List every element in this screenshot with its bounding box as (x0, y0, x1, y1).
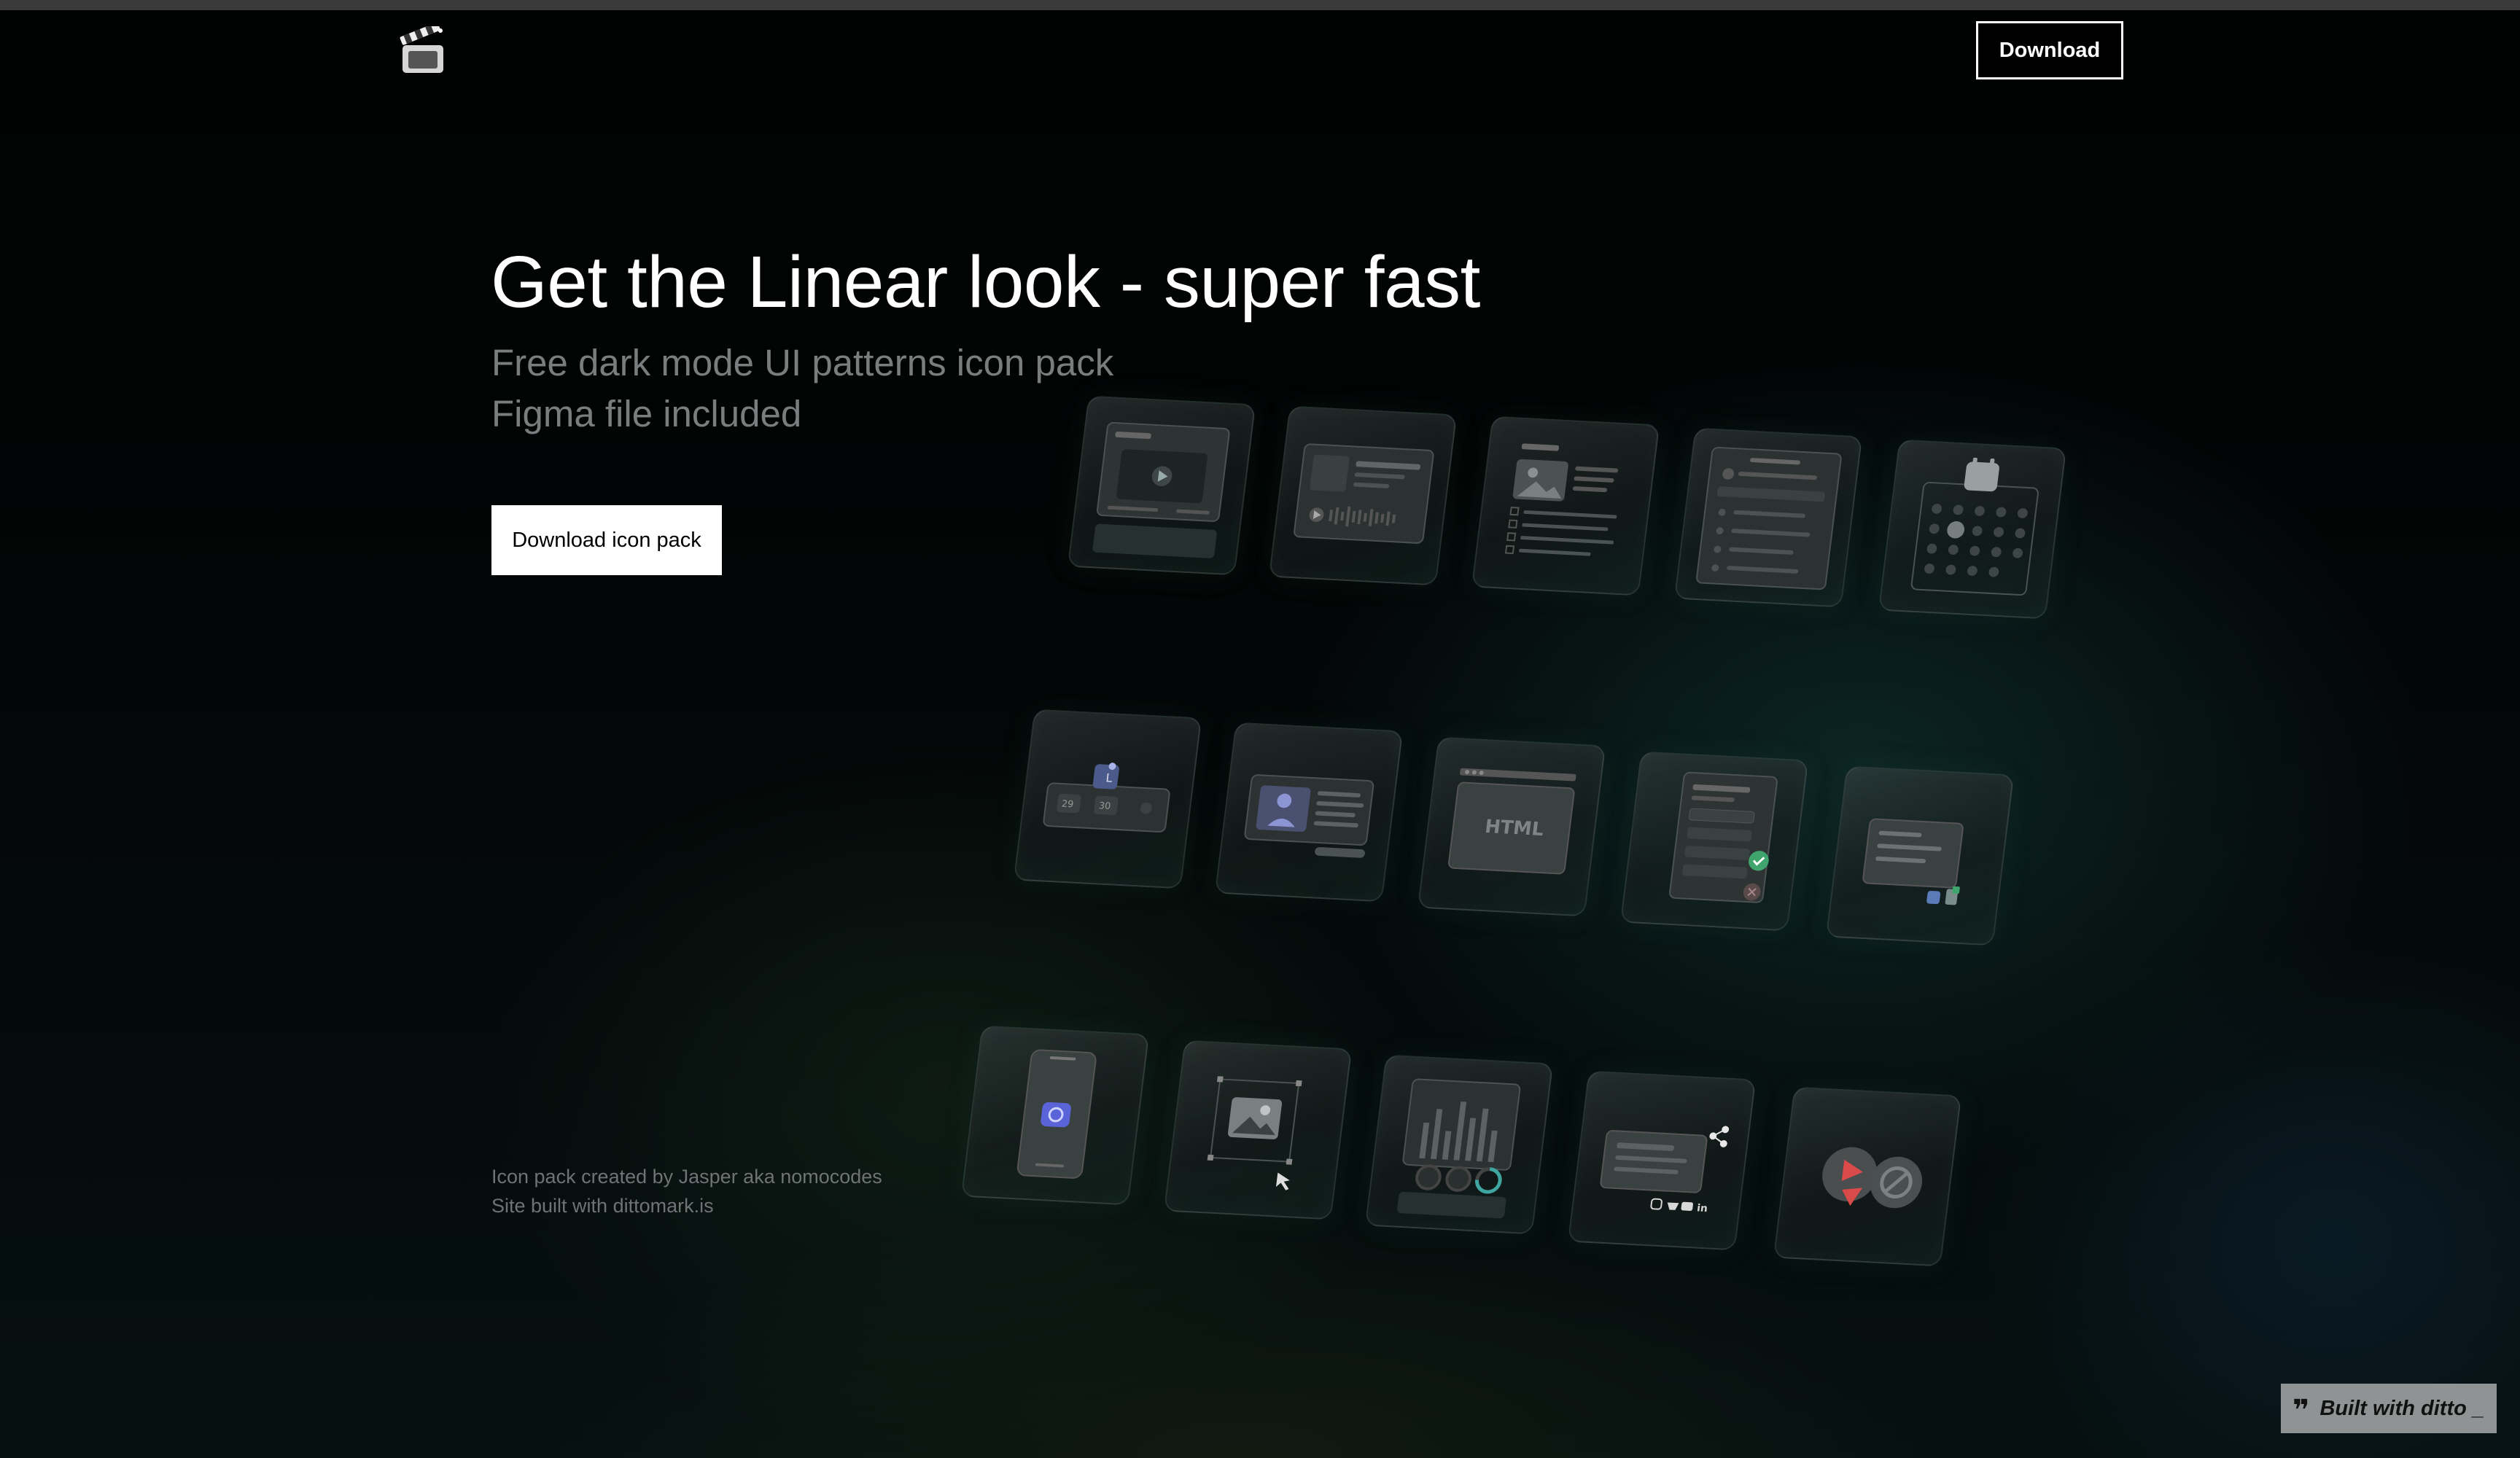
record-block-card-icon (1773, 1086, 1962, 1267)
code-snippet-card-icon (1825, 765, 2015, 946)
comments-thread-card-icon (1673, 427, 1863, 608)
linkedin-text: in (1696, 1202, 1708, 1215)
credits-line-site: Site built with dittomark.is (491, 1195, 714, 1217)
image-article-card-icon (1471, 416, 1660, 596)
download-icon-pack-button[interactable]: Download icon pack (491, 505, 722, 575)
date-month-number: 30 (1098, 800, 1111, 812)
audio-post-card-icon (1268, 405, 1458, 586)
badge-label: Built with ditto _ (2319, 1396, 2484, 1420)
nav-download-button[interactable]: Download (1976, 21, 2123, 79)
credits: Icon pack created by Jasper aka nomocode… (491, 1162, 882, 1220)
profile-card-icon (1214, 722, 1404, 903)
html-label: HTML (1484, 816, 1545, 841)
video-player-card-icon (1067, 395, 1256, 576)
mobile-camera-card-icon (960, 1025, 1150, 1206)
date-day-number: 29 (1061, 799, 1074, 811)
hero-title: Get the Linear look - super fast (491, 241, 1480, 323)
analytics-chart-card-icon (1364, 1054, 1554, 1235)
image-crop-card-icon (1163, 1040, 1353, 1220)
hero-subtitle-line2: Figma file included (491, 393, 802, 434)
hero-subtitle-line1: Free dark mode UI patterns icon pack (491, 342, 1114, 383)
clapperboard-icon[interactable] (400, 22, 448, 76)
quote-icon: ❞ (2292, 1395, 2310, 1427)
html-code-card-icon: HTML (1417, 736, 1606, 917)
calendar-grid-card-icon (1878, 439, 2067, 620)
date-picker-card-icon: L 29 30 (1013, 709, 1202, 889)
built-with-ditto-badge[interactable]: ❞ Built with ditto _ (2281, 1384, 2497, 1433)
browser-top-strip (0, 0, 2520, 10)
credits-line-author: Icon pack created by Jasper aka nomocode… (491, 1166, 882, 1188)
form-validation-card-icon (1619, 751, 1809, 932)
social-share-card-icon: in (1567, 1070, 1757, 1251)
